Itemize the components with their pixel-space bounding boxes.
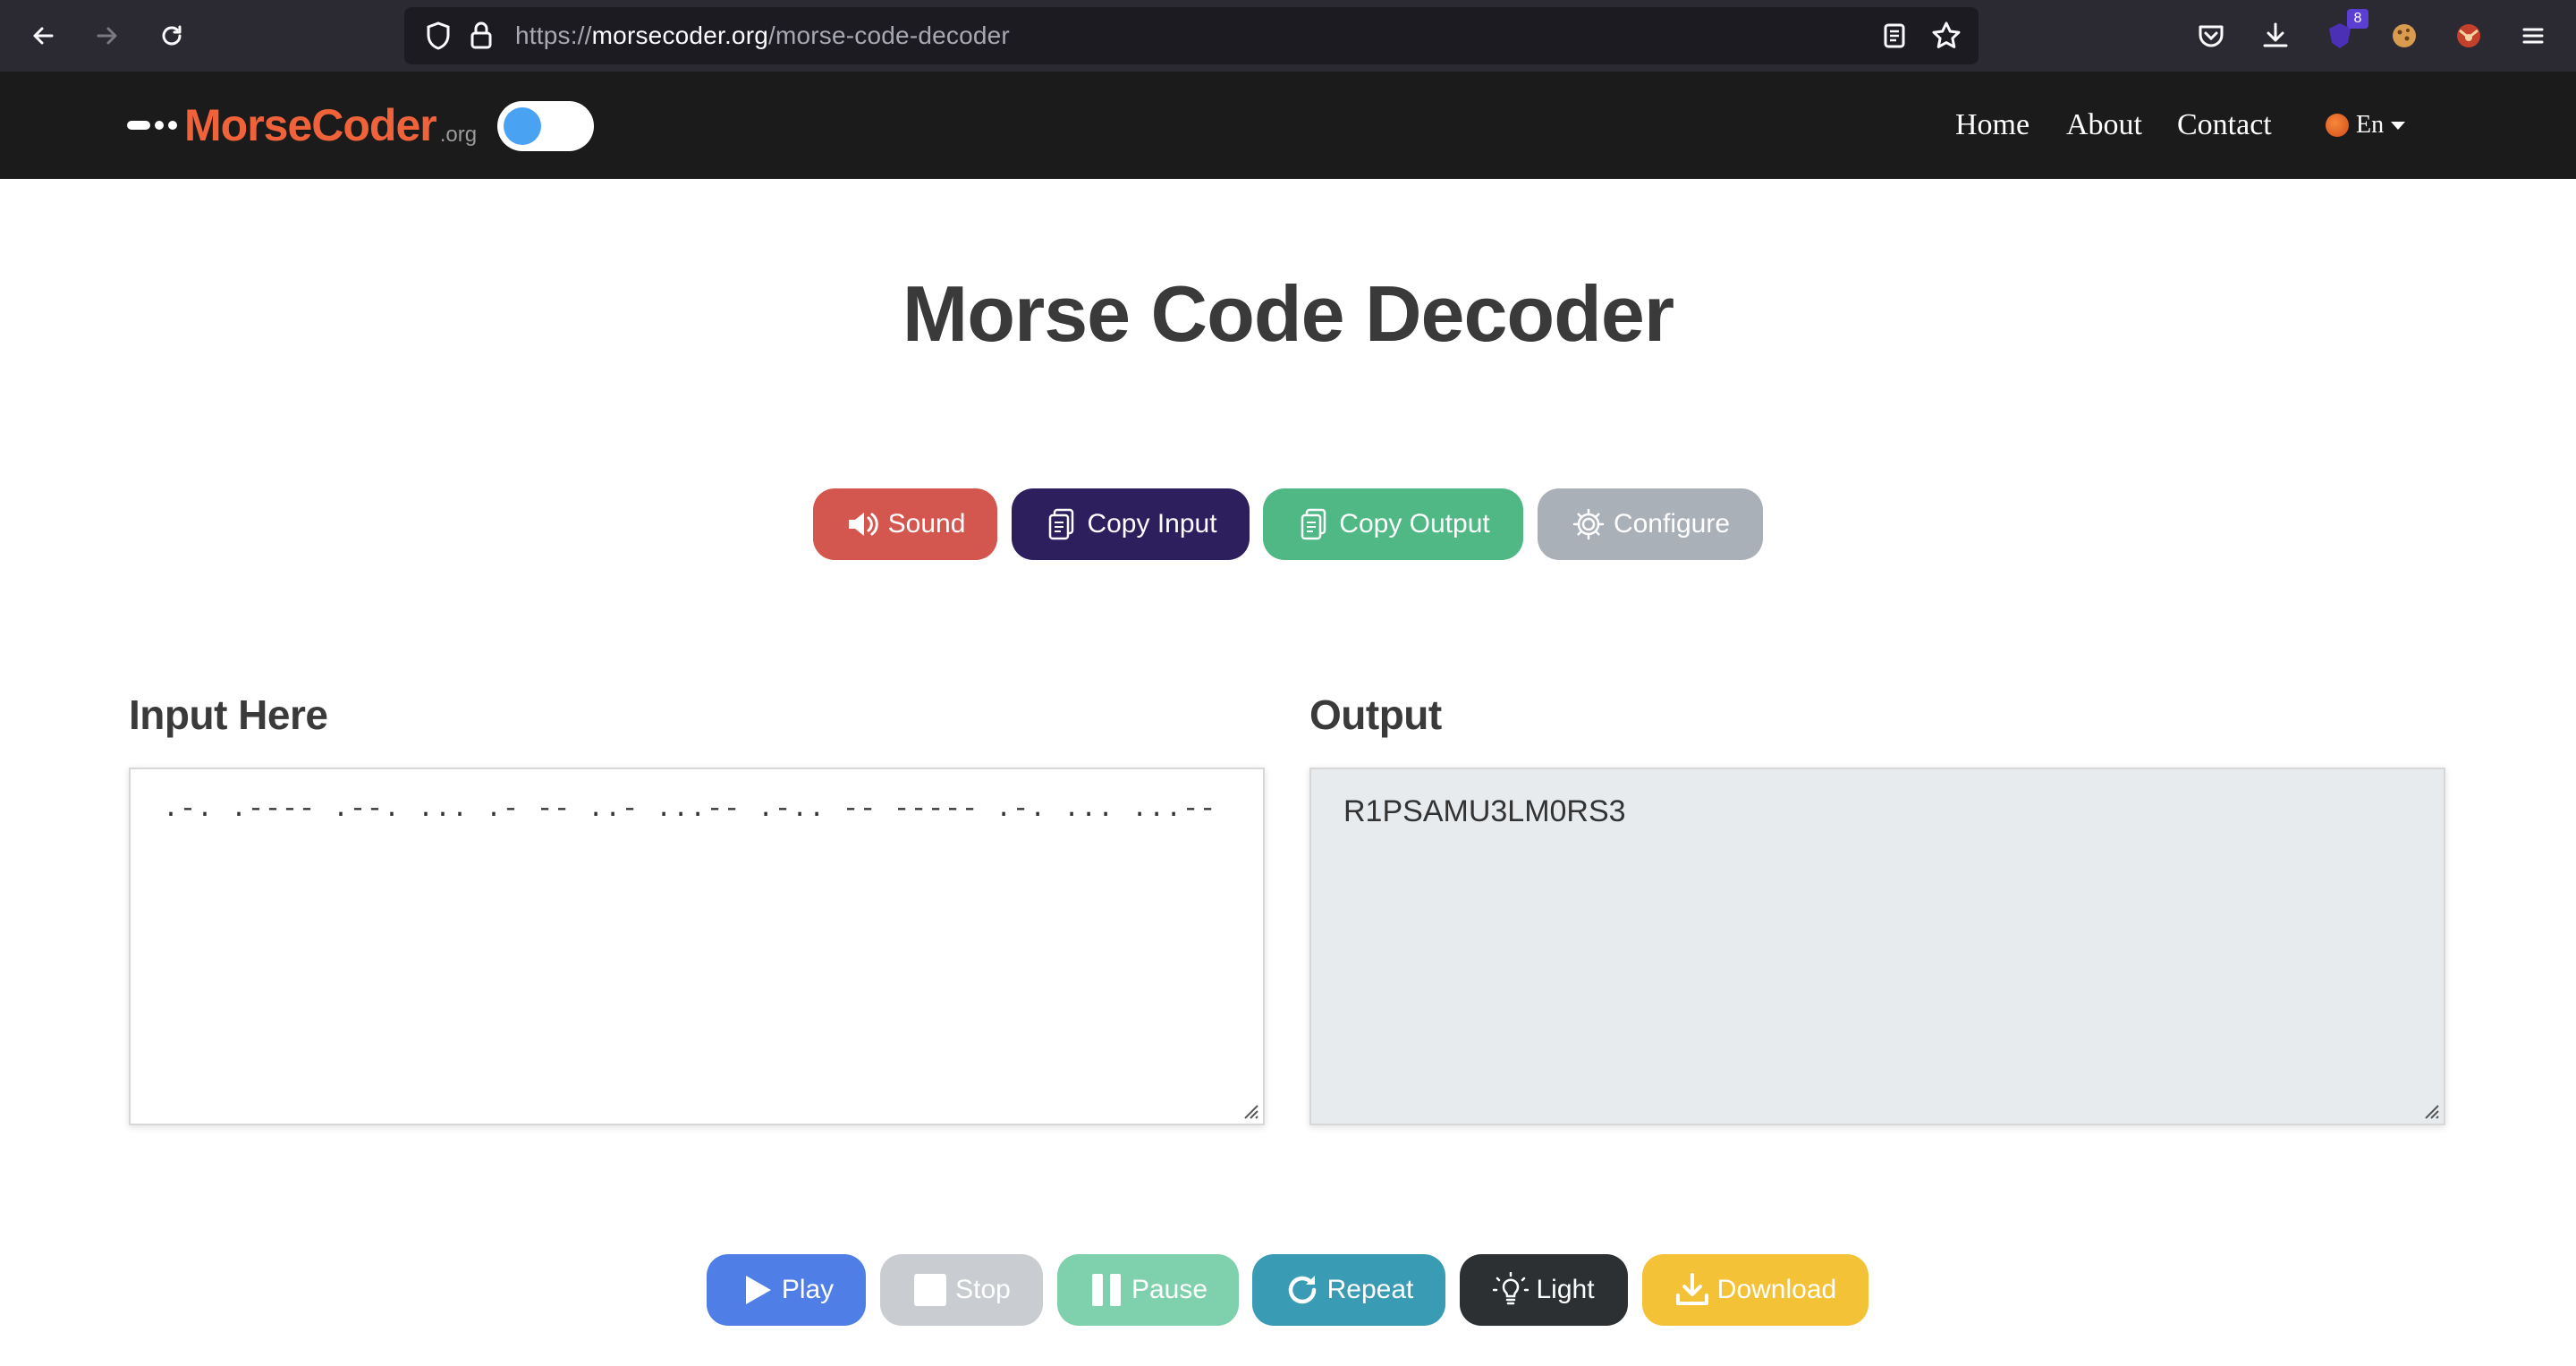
copy-input-label: Copy Input bbox=[1087, 509, 1217, 539]
extension-fox-icon[interactable] bbox=[2447, 14, 2490, 57]
menu-icon[interactable] bbox=[2512, 14, 2555, 57]
input-value: .-. .---- .--. ... .- -- ..- ...-- .-.. … bbox=[163, 794, 1217, 825]
url-text[interactable]: https://morsecoder.org/morse-code-decode… bbox=[515, 7, 1010, 64]
decoded-output-textarea[interactable]: R1PSAMU3LM0RS3 bbox=[1309, 768, 2445, 1125]
page-title: Morse Code Decoder bbox=[902, 269, 1674, 358]
input-label: Input Here bbox=[129, 691, 328, 738]
extension-shield-icon[interactable]: 8 bbox=[2318, 9, 2368, 57]
repeat-label: Repeat bbox=[1326, 1275, 1414, 1304]
configure-button[interactable]: Configure bbox=[1538, 488, 1763, 560]
morse-logo-icon bbox=[127, 121, 177, 130]
repeat-icon bbox=[1284, 1272, 1320, 1308]
download-label: Download bbox=[1716, 1275, 1837, 1304]
resize-grip-icon[interactable] bbox=[1240, 1100, 1259, 1120]
nav-about[interactable]: About bbox=[2066, 108, 2142, 142]
arrow-right-icon bbox=[97, 27, 117, 45]
play-icon bbox=[739, 1272, 775, 1308]
address-bar[interactable]: https://morsecoder.org/morse-code-decode… bbox=[404, 7, 1979, 64]
extension-badge: 8 bbox=[2347, 9, 2368, 29]
language-label: En bbox=[2356, 111, 2385, 139]
repeat-button[interactable]: Repeat bbox=[1252, 1254, 1445, 1326]
nav-contact-wrap: Contact bbox=[2177, 72, 2272, 179]
copy-output-button[interactable]: Copy Output bbox=[1263, 488, 1523, 560]
speaker-icon bbox=[845, 506, 881, 542]
copy-icon bbox=[1296, 506, 1332, 542]
morse-input-textarea[interactable]: .-. .---- .--. ... .- -- ..- ...-- .-.. … bbox=[129, 768, 1265, 1125]
logo-text: MorseCoder bbox=[184, 100, 437, 150]
stop-label: Stop bbox=[955, 1275, 1011, 1304]
resize-grip-icon[interactable] bbox=[2420, 1100, 2440, 1120]
caret-down-icon bbox=[2391, 121, 2406, 130]
toggle-knob bbox=[504, 107, 541, 145]
bookmark-star-icon[interactable] bbox=[1928, 18, 1964, 54]
copy-icon bbox=[1044, 506, 1080, 542]
nav-home-wrap: Home bbox=[1955, 72, 2029, 179]
play-label: Play bbox=[781, 1275, 835, 1304]
copy-input-button[interactable]: Copy Input bbox=[1012, 488, 1250, 560]
sound-label: Sound bbox=[887, 509, 966, 539]
globe-icon bbox=[2326, 114, 2349, 137]
lightbulb-icon bbox=[1493, 1272, 1530, 1308]
sound-button[interactable]: Sound bbox=[813, 488, 997, 560]
play-button[interactable]: Play bbox=[707, 1254, 866, 1326]
forward-button[interactable] bbox=[86, 14, 129, 57]
output-value: R1PSAMU3LM0RS3 bbox=[1343, 794, 1626, 828]
arrow-left-icon bbox=[33, 27, 54, 45]
pocket-icon[interactable] bbox=[2190, 14, 2233, 57]
browser-toolbar: https://morsecoder.org/morse-code-decode… bbox=[0, 0, 2576, 72]
cookie-icon[interactable] bbox=[2383, 14, 2426, 57]
stop-button[interactable]: Stop bbox=[880, 1254, 1043, 1326]
download-icon bbox=[1674, 1272, 1710, 1308]
pause-label: Pause bbox=[1131, 1275, 1208, 1304]
shield-icon bbox=[420, 18, 456, 54]
logo-suffix: .org bbox=[439, 123, 478, 147]
pause-icon bbox=[1089, 1272, 1124, 1308]
nav-home[interactable]: Home bbox=[1955, 108, 2029, 142]
theme-toggle[interactable] bbox=[497, 101, 594, 151]
lock-icon bbox=[463, 18, 499, 54]
downloads-icon[interactable] bbox=[2254, 14, 2297, 57]
copy-output-label: Copy Output bbox=[1339, 509, 1490, 539]
reload-button[interactable] bbox=[150, 14, 193, 57]
light-button[interactable]: Light bbox=[1460, 1254, 1628, 1326]
nav-contact[interactable]: Contact bbox=[2177, 108, 2272, 142]
language-dropdown[interactable]: En bbox=[2326, 72, 2406, 179]
nav-about-wrap: About bbox=[2066, 72, 2142, 179]
back-button[interactable] bbox=[21, 14, 64, 57]
stop-icon bbox=[912, 1272, 948, 1308]
reload-icon bbox=[162, 25, 182, 46]
output-label: Output bbox=[1309, 691, 1442, 738]
light-label: Light bbox=[1536, 1275, 1595, 1304]
pause-button[interactable]: Pause bbox=[1057, 1254, 1239, 1326]
gear-icon bbox=[1571, 506, 1606, 542]
download-button[interactable]: Download bbox=[1642, 1254, 1868, 1326]
configure-label: Configure bbox=[1613, 509, 1731, 539]
site-logo[interactable]: MorseCoder .org bbox=[127, 98, 477, 152]
reader-view-icon[interactable] bbox=[1877, 18, 1912, 54]
